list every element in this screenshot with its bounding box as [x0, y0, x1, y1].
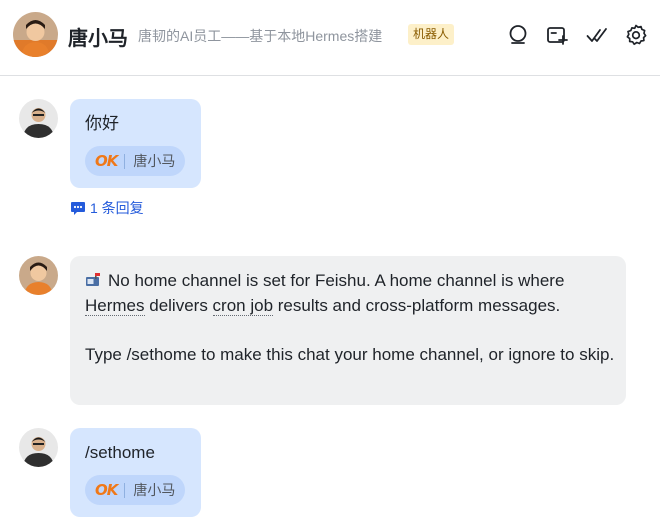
- message-bubble[interactable]: /sethome OK 唐小马: [70, 428, 201, 517]
- reaction-chip[interactable]: OK 唐小马: [85, 475, 186, 505]
- chat-title: 唐小马: [68, 28, 128, 50]
- thread-reply-link[interactable]: 1 条回复: [70, 198, 144, 218]
- message-text: No home channel is set for Feishu. A hom…: [85, 268, 615, 318]
- user-avatar[interactable]: [19, 428, 58, 467]
- reaction-chip[interactable]: OK 唐小马: [85, 146, 186, 176]
- message-text-segment: delivers: [144, 296, 213, 315]
- chat-header: 唐小马 唐韧的AI员工——基于本地Hermes搭建 机器人: [0, 0, 660, 76]
- message-line: No home channel is set for Feishu. A hom…: [85, 268, 615, 293]
- ok-emoji-icon: OK: [95, 152, 118, 170]
- glossary-term-hermes[interactable]: Hermes: [85, 296, 145, 316]
- bot-avatar[interactable]: [19, 256, 58, 295]
- ok-emoji-icon: OK: [95, 481, 118, 499]
- search-icon[interactable]: [506, 23, 530, 47]
- message-paragraph: Type /sethome to make this chat your hom…: [85, 345, 615, 364]
- reaction-divider: [124, 153, 126, 169]
- message-line: Hermes delivers cron job results and cro…: [85, 293, 615, 318]
- message-text-segment: No home channel is set for Feishu. A hom…: [108, 271, 565, 290]
- reaction-user: 唐小马: [133, 153, 176, 169]
- message-text-segment: results and cross-platform messages.: [273, 296, 561, 315]
- bot-avatar[interactable]: [13, 12, 58, 57]
- reaction-divider: [124, 482, 126, 498]
- reply-count: 1 条回复: [90, 200, 144, 216]
- reply-bubble-icon: [71, 202, 85, 215]
- user-avatar[interactable]: [19, 99, 58, 138]
- mailbox-icon: [86, 273, 100, 286]
- message-bubble[interactable]: 你好 OK 唐小马: [70, 99, 201, 188]
- settings-gear-icon[interactable]: [624, 23, 648, 47]
- message-text: 你好: [85, 114, 119, 133]
- bot-badge: 机器人: [408, 24, 455, 45]
- message-text: /sethome: [85, 443, 155, 462]
- reaction-user: 唐小马: [133, 482, 176, 498]
- bot-message-bubble[interactable]: No home channel is set for Feishu. A hom…: [70, 256, 626, 405]
- add-tab-icon[interactable]: [545, 23, 569, 47]
- chat-description: 唐韧的AI员工——基于本地Hermes搭建: [138, 28, 383, 44]
- check-mark-icon[interactable]: [585, 23, 609, 47]
- glossary-term-cron-job[interactable]: cron job: [212, 296, 274, 316]
